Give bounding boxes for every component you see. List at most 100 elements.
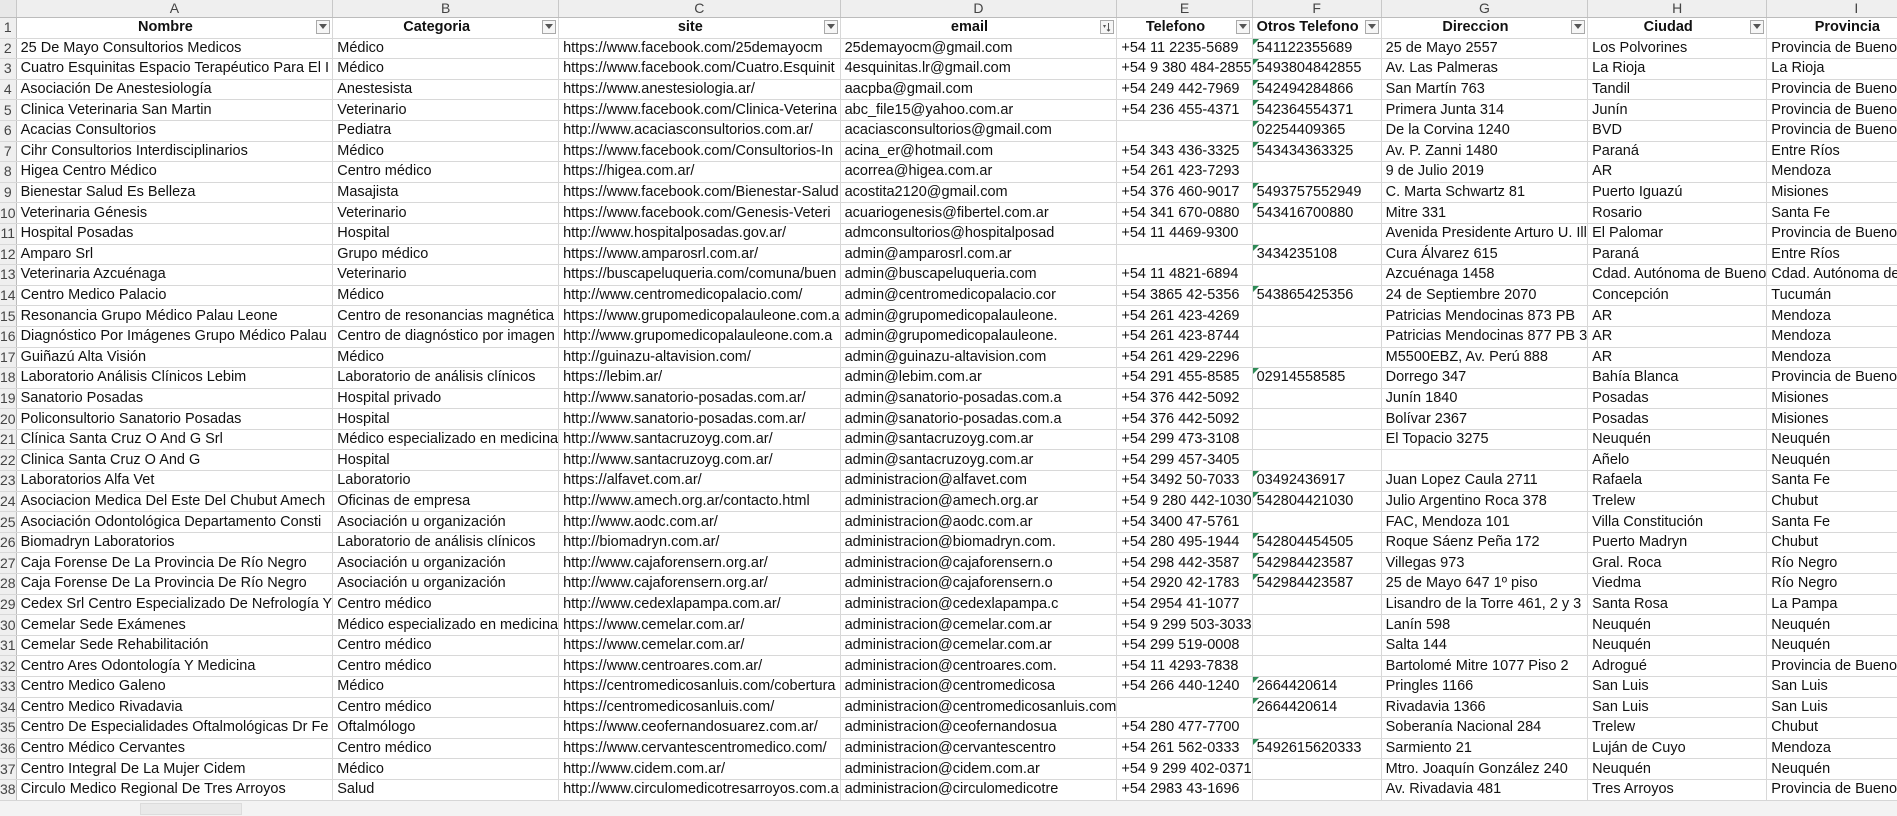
cell-i[interactable]: Entre Ríos xyxy=(1766,244,1897,266)
cell-d[interactable]: administracion@centromedicosanluis.com xyxy=(840,697,1118,719)
cell-f[interactable] xyxy=(1252,511,1382,533)
cell-c[interactable]: https://www.cervantescentromedico.com/ xyxy=(558,738,841,760)
cell-i[interactable]: Misiones xyxy=(1766,408,1897,430)
cell-f[interactable]: 543865425356 xyxy=(1252,285,1382,307)
cell-a[interactable]: Asociación De Anestesiología xyxy=(16,79,334,101)
cell-h[interactable]: Neuquén xyxy=(1587,429,1768,451)
cell-c[interactable]: http://www.amech.org.ar/contacto.html xyxy=(558,491,841,513)
header-cell-e[interactable]: Telefono xyxy=(1116,17,1253,39)
cell-g[interactable]: Av. P. Zanni 1480 xyxy=(1381,141,1589,163)
cell-c[interactable]: http://biomadryn.com.ar/ xyxy=(558,532,841,554)
cell-e[interactable]: +54 376 460-9017 xyxy=(1116,182,1253,204)
cell-a[interactable]: Asociación Odontológica Departamento Con… xyxy=(16,511,334,533)
cell-d[interactable]: administracion@centromedicosa xyxy=(840,676,1118,698)
cell-d[interactable]: aacpba@gmail.com xyxy=(840,79,1118,101)
cell-h[interactable]: Neuquén xyxy=(1587,614,1768,636)
cell-a[interactable]: Cemelar Sede Exámenes xyxy=(16,614,334,636)
cell-a[interactable]: Clínica Santa Cruz O And G Srl xyxy=(16,429,334,451)
cell-a[interactable]: Higea Centro Médico xyxy=(16,161,334,183)
cell-c[interactable]: https://www.facebook.com/Clinica-Veterin… xyxy=(558,99,841,121)
row-number[interactable]: 6 xyxy=(0,120,17,142)
cell-e[interactable]: +54 11 2235-5689 xyxy=(1116,38,1253,60)
cell-f[interactable] xyxy=(1252,408,1382,430)
cell-c[interactable]: https://www.anestesiologia.ar/ xyxy=(558,79,841,101)
cell-a[interactable]: Caja Forense De La Provincia De Río Negr… xyxy=(16,573,334,595)
cell-b[interactable]: Centro médico xyxy=(332,697,560,719)
column-letter-d[interactable]: D xyxy=(840,0,1118,18)
cell-c[interactable]: http://www.cedexlapampa.com.ar/ xyxy=(558,594,841,616)
cell-b[interactable]: Médico xyxy=(332,38,560,60)
cell-i[interactable]: Cdad. Autónoma de Bueno xyxy=(1766,264,1897,286)
cell-a[interactable]: Centro Ares Odontología Y Medicina xyxy=(16,655,334,677)
cell-a[interactable]: Guiñazú Alta Visión xyxy=(16,347,334,369)
filter-dropdown-icon[interactable] xyxy=(1750,20,1765,34)
cell-i[interactable]: Neuquén xyxy=(1766,635,1897,657)
cell-d[interactable]: administracion@cidem.com.ar xyxy=(840,758,1118,780)
cell-g[interactable]: Cura Álvarez 615 xyxy=(1381,244,1589,266)
cell-e[interactable]: +54 266 440-1240 xyxy=(1116,676,1253,698)
cell-i[interactable]: Santa Fe xyxy=(1766,511,1897,533)
cell-e[interactable]: +54 341 670-0880 xyxy=(1116,202,1253,224)
cell-i[interactable]: Provincia de Buenos Aires xyxy=(1766,38,1897,60)
header-cell-a[interactable]: Nombre xyxy=(16,17,334,39)
column-letter-c[interactable]: C xyxy=(558,0,841,18)
row-number[interactable]: 18 xyxy=(0,367,17,389)
cell-e[interactable]: +54 261 423-4269 xyxy=(1116,305,1253,327)
cell-b[interactable]: Centro de diagnóstico por imagen xyxy=(332,326,560,348)
cell-b[interactable]: Asociación u organización xyxy=(332,511,560,533)
cell-g[interactable]: Patricias Mendocinas 873 PB xyxy=(1381,305,1589,327)
cell-f[interactable]: 03492436917 xyxy=(1252,470,1382,492)
filter-dropdown-icon[interactable] xyxy=(316,20,331,34)
cell-g[interactable]: Primera Junta 314 xyxy=(1381,99,1589,121)
cell-g[interactable]: Av. Las Palmeras xyxy=(1381,58,1589,80)
cell-d[interactable]: administracion@alfavet.com xyxy=(840,470,1118,492)
row-number[interactable]: 11 xyxy=(0,223,17,245)
cell-i[interactable]: Río Negro xyxy=(1766,573,1897,595)
cell-a[interactable]: Veterinaria Azcuénaga xyxy=(16,264,334,286)
cell-d[interactable]: acuariogenesis@fibertel.com.ar xyxy=(840,202,1118,224)
cell-i[interactable]: Provincia de Buenos Aires xyxy=(1766,120,1897,142)
cell-h[interactable]: Puerto Iguazú xyxy=(1587,182,1768,204)
cell-f[interactable]: 5493804842855 xyxy=(1252,58,1382,80)
cell-a[interactable]: Cuatro Esquinitas Espacio Terapéutico Pa… xyxy=(16,58,334,80)
cell-g[interactable]: Juan Lopez Caula 2711 xyxy=(1381,470,1589,492)
cell-h[interactable]: San Luis xyxy=(1587,697,1768,719)
cell-c[interactable]: http://www.hospitalposadas.gov.ar/ xyxy=(558,223,841,245)
cell-h[interactable]: Posadas xyxy=(1587,388,1768,410)
cell-f[interactable] xyxy=(1252,347,1382,369)
cell-h[interactable]: Rafaela xyxy=(1587,470,1768,492)
cell-g[interactable]: Pringles 1166 xyxy=(1381,676,1589,698)
cell-i[interactable]: Río Negro xyxy=(1766,552,1897,575)
cell-i[interactable]: Misiones xyxy=(1766,388,1897,410)
cell-g[interactable]: Rivadavia 1366 xyxy=(1381,697,1589,719)
cell-b[interactable]: Laboratorio de análisis clínicos xyxy=(332,532,560,554)
cell-e[interactable]: +54 9 280 442-1030 xyxy=(1116,491,1253,513)
cell-h[interactable]: San Luis xyxy=(1587,676,1768,698)
filter-dropdown-icon[interactable] xyxy=(823,20,838,34)
cell-c[interactable]: https://www.centroares.com.ar/ xyxy=(558,655,841,677)
cell-i[interactable]: Provincia de Buenos Aires xyxy=(1766,779,1897,800)
cell-a[interactable]: Cemelar Sede Rehabilitación xyxy=(16,635,334,657)
row-number[interactable]: 28 xyxy=(0,573,17,595)
cell-a[interactable]: Biomadryn Laboratorios xyxy=(16,532,334,554)
cell-c[interactable]: https://alfavet.com.ar/ xyxy=(558,470,841,492)
cell-e[interactable]: +54 3865 42-5356 xyxy=(1116,285,1253,307)
cell-f[interactable] xyxy=(1252,779,1382,800)
cell-b[interactable]: Centro médico xyxy=(332,635,560,657)
cell-b[interactable]: Médico xyxy=(332,758,560,780)
cell-h[interactable]: Trelew xyxy=(1587,491,1768,513)
cell-e[interactable]: +54 299 473-3108 xyxy=(1116,429,1253,451)
cell-b[interactable]: Hospital xyxy=(332,408,560,430)
row-number[interactable]: 12 xyxy=(0,244,17,266)
row-number[interactable]: 2 xyxy=(0,38,17,60)
cell-i[interactable]: Mendoza xyxy=(1766,161,1897,183)
cell-i[interactable]: Entre Ríos xyxy=(1766,141,1897,163)
cell-f[interactable] xyxy=(1252,223,1382,245)
cell-i[interactable]: Misiones xyxy=(1766,182,1897,204)
cell-d[interactable]: administracion@cajaforensern.o xyxy=(840,573,1118,595)
row-number[interactable]: 32 xyxy=(0,655,17,677)
row-number[interactable]: 38 xyxy=(0,779,17,800)
row-number[interactable]: 25 xyxy=(0,511,17,533)
cell-f[interactable] xyxy=(1252,449,1382,472)
cell-c[interactable]: http://guinazu-altavision.com/ xyxy=(558,347,841,369)
